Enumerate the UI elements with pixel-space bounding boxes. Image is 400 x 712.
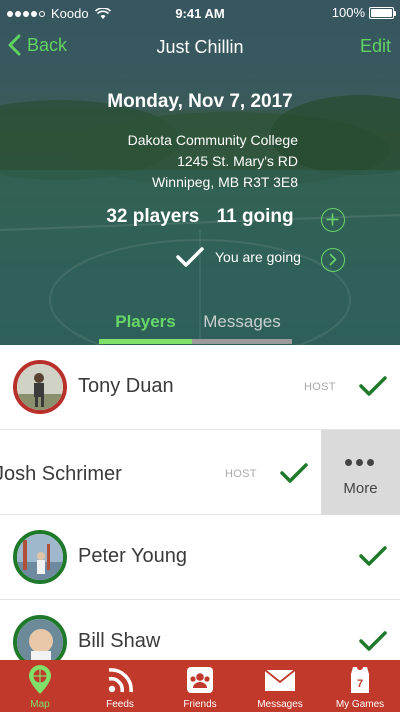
tab-feeds[interactable]: Feeds	[80, 660, 160, 712]
edit-button[interactable]: Edit	[360, 36, 391, 57]
tab-map[interactable]: Map	[0, 660, 80, 712]
tab-messages-bar-label: Messages	[257, 699, 303, 710]
going-options-button[interactable]	[321, 248, 345, 272]
svg-text:7: 7	[357, 678, 363, 690]
event-header: Koodo 9:41 AM 100% Back Just Chillin Edi…	[0, 0, 400, 345]
rss-icon	[108, 668, 133, 693]
players-list: Tony Duan HOST Josh Schrimer HOST More P…	[0, 345, 400, 660]
bottom-tab-bar: Map Feeds Friends Messages 7 My Games	[0, 660, 400, 712]
going-check-icon	[359, 546, 387, 566]
battery-group: 100%	[331, 5, 396, 20]
chevron-right-icon	[329, 253, 337, 266]
address-line-2: 1245 St. Mary's RD	[177, 153, 298, 169]
going-status-label: You are going	[215, 249, 301, 265]
tab-messages-label: Messages	[203, 312, 281, 331]
list-item[interactable]: Josh Schrimer HOST More	[0, 430, 400, 515]
segment-tabs: Players Messages	[99, 310, 292, 344]
player-name: Josh Schrimer	[0, 463, 122, 485]
host-badge: HOST	[304, 381, 336, 393]
address-line-3: Winnipeg, MB R3T 3E8	[151, 174, 298, 190]
player-name: Tony Duan	[78, 375, 174, 397]
tab-map-label: Map	[30, 699, 50, 710]
checkmark-icon	[176, 247, 204, 267]
tab-feeds-label: Feeds	[106, 699, 134, 710]
tab-friends-label: Friends	[183, 699, 217, 710]
going-check-icon	[359, 631, 387, 651]
going-status[interactable]: You are going	[175, 246, 301, 268]
map-pin-basketball-icon	[29, 665, 51, 694]
ellipsis-icon	[345, 459, 374, 466]
going-check-icon	[359, 376, 387, 396]
plus-icon	[326, 213, 339, 226]
tab-players-label: Players	[115, 312, 176, 331]
host-badge: HOST	[225, 468, 257, 480]
player-name: Peter Young	[78, 545, 187, 567]
people-icon	[187, 667, 213, 693]
navigation-bar: Back Just Chillin Edit	[0, 28, 400, 68]
envelope-icon	[264, 669, 296, 691]
tab-my-games-label: My Games	[335, 699, 385, 710]
battery-icon	[369, 6, 396, 19]
jersey-icon: 7	[351, 667, 369, 693]
tab-messages[interactable]: Messages	[192, 310, 292, 344]
battery-percent: 100%	[331, 5, 365, 20]
list-item[interactable]: Peter Young	[0, 515, 400, 600]
more-label: More	[343, 480, 378, 497]
going-count: 11 going	[216, 206, 294, 227]
add-player-button[interactable]	[321, 208, 345, 232]
avatar	[13, 360, 67, 414]
players-count: 32 players	[106, 206, 200, 227]
status-bar: Koodo 9:41 AM 100%	[0, 0, 400, 26]
tab-players-indicator	[99, 339, 192, 344]
address-line-1: Dakota Community College	[127, 132, 298, 148]
more-button[interactable]: More	[321, 430, 400, 515]
going-check-icon	[280, 463, 308, 483]
tab-messages-indicator	[192, 339, 292, 344]
tab-my-games[interactable]: 7 My Games	[320, 660, 400, 712]
list-item[interactable]: Tony Duan HOST	[0, 345, 400, 430]
avatar	[13, 530, 67, 584]
event-date: Monday, Nov 7, 2017	[107, 91, 293, 112]
tab-friends[interactable]: Friends	[160, 660, 240, 712]
list-item[interactable]: Bill Shaw	[0, 600, 400, 660]
tab-players[interactable]: Players	[99, 310, 192, 344]
page-title: Just Chillin	[156, 37, 244, 57]
tab-messages-bar[interactable]: Messages	[240, 660, 320, 712]
avatar	[13, 615, 67, 660]
player-name: Bill Shaw	[78, 630, 161, 652]
